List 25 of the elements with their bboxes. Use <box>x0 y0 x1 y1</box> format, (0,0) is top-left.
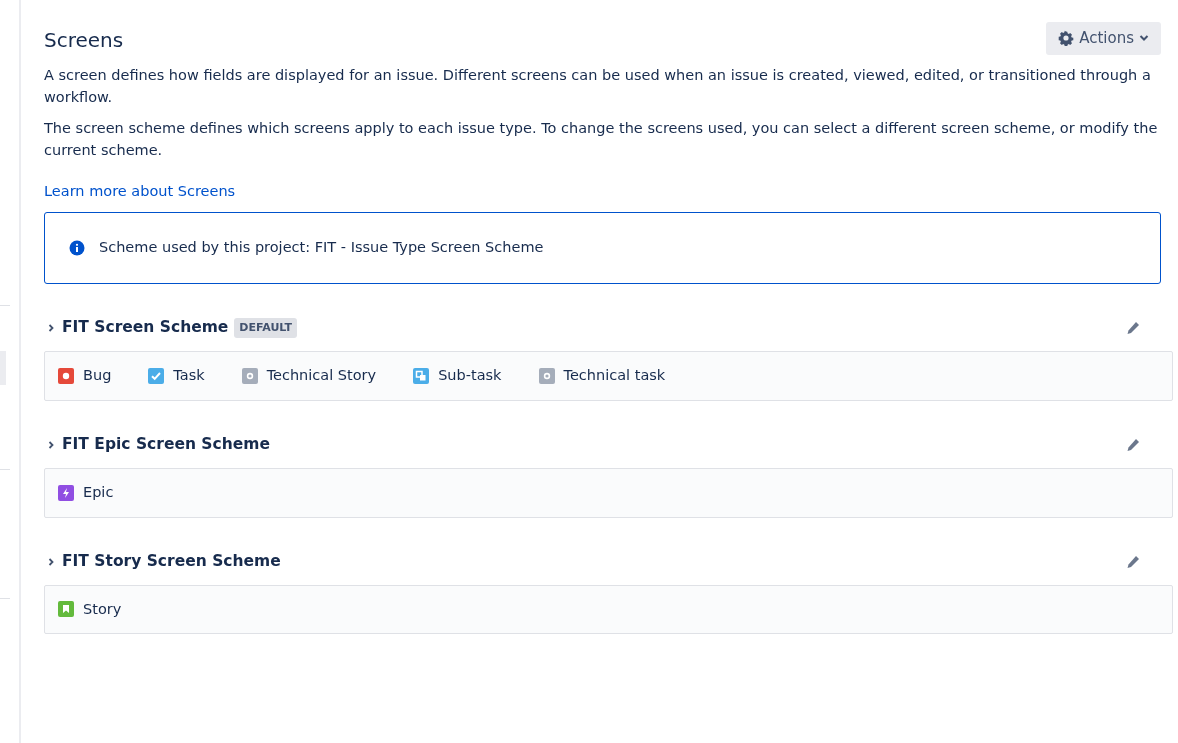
description-text: A screen defines how fields are displayed for an issue. Different screens can be used when an issue is created, viewed, edited, or transitioned through a workflow. <box>44 65 1152 107</box>
lightning-icon <box>58 484 74 501</box>
scheme-name: FIT Epic Screen Scheme <box>62 434 270 456</box>
issue-type-label: Technical task <box>563 366 666 385</box>
issue-type-label: Story <box>83 599 122 619</box>
actions-button[interactable]: Actions <box>1046 22 1161 55</box>
page-title: Screens <box>44 28 124 52</box>
default-lozenge: DEFAULT <box>234 317 298 339</box>
issue-type-label: Bug <box>83 366 112 385</box>
issue-type-label: Sub-task <box>438 366 502 385</box>
scheme-name: FIT Story Screen Scheme <box>62 550 281 572</box>
chevron-down-icon <box>1139 34 1149 43</box>
issue-type-label: Task <box>173 366 205 385</box>
checkbox-icon <box>148 367 165 384</box>
bug-icon <box>58 367 74 384</box>
issue-type-label: Technical Story <box>266 366 377 385</box>
scheme-name: FIT Screen Scheme <box>62 317 229 339</box>
learn-more-link[interactable]: Learn more about Screens <box>44 180 236 203</box>
issue-type-label: Epic <box>83 482 114 502</box>
description-text: The screen scheme defines which screens apply to each issue type. To change the screens used, you can select a different screen scheme, or modify the current scheme. <box>44 118 1159 160</box>
info-icon <box>69 240 85 257</box>
bookmark-icon <box>58 601 74 618</box>
info-message: Scheme used by this project: FIT - Issue Type Screen Scheme <box>99 238 544 258</box>
squares-icon <box>413 367 430 384</box>
settings-icon <box>1058 30 1075 47</box>
